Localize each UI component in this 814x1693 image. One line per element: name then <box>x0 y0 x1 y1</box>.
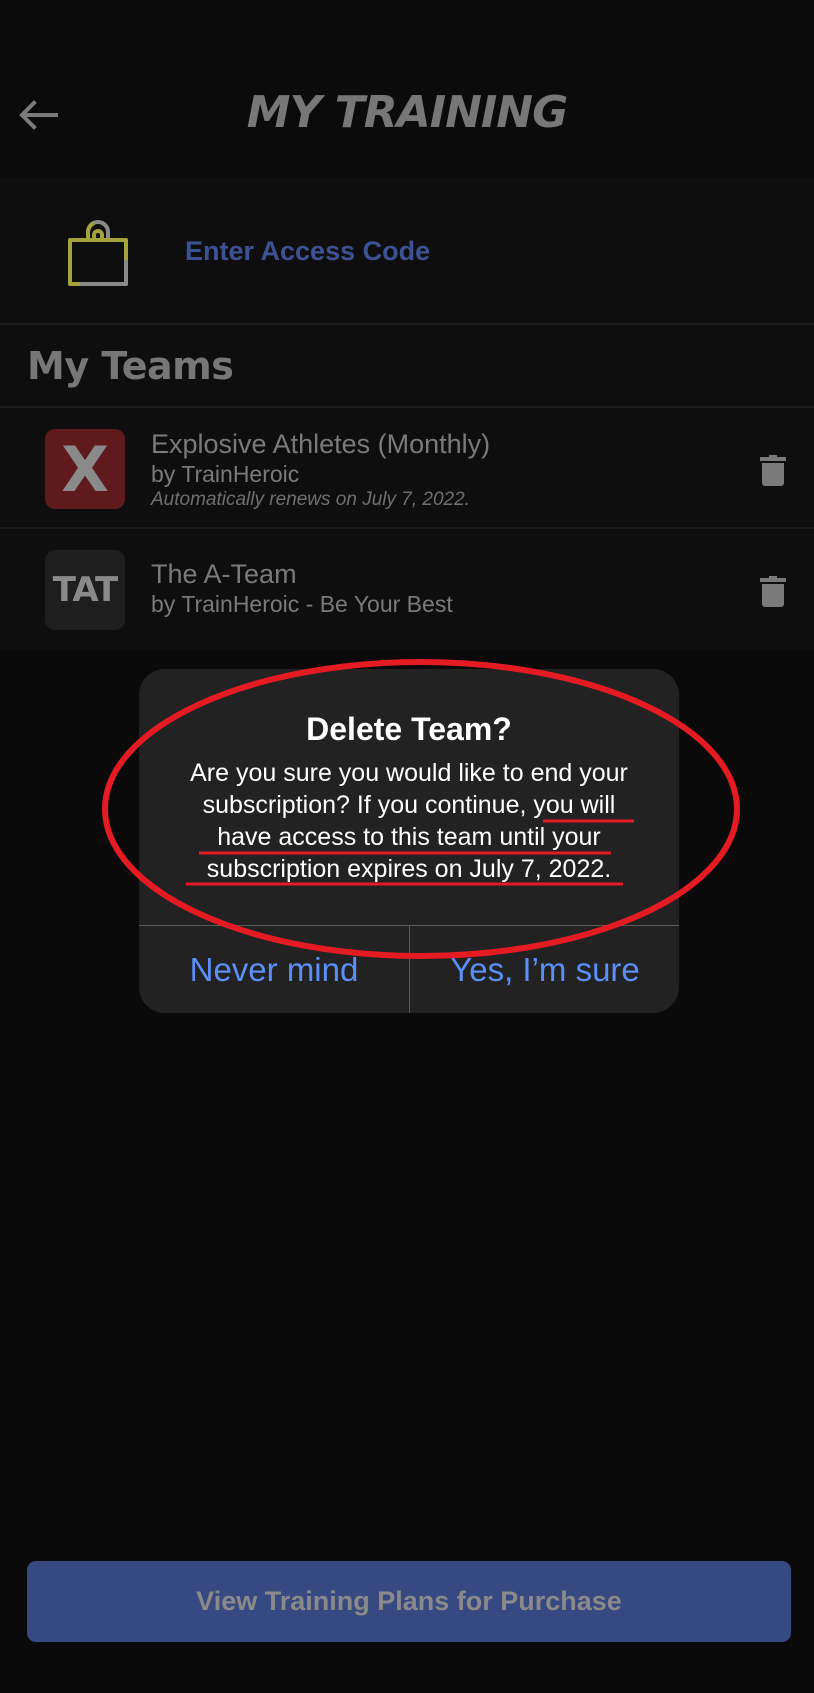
confirm-delete-button[interactable]: Yes, I’m sure <box>410 926 679 1013</box>
view-training-plans-button[interactable]: View Training Plans for Purchase <box>27 1561 791 1642</box>
never-mind-button[interactable]: Never mind <box>139 926 409 1013</box>
delete-team-button[interactable] <box>758 453 788 487</box>
dialog-message-line: subscription? If you continue, you will <box>202 791 616 819</box>
delete-team-button[interactable] <box>758 574 788 608</box>
team-owner: by TrainHeroic - Be Your Best <box>151 591 453 617</box>
lock-icon <box>64 218 132 288</box>
delete-team-dialog: Delete Team? Are you sure you would like… <box>139 669 679 1013</box>
team-owner: by TrainHeroic <box>151 461 300 487</box>
dialog-message-line: Are you sure you would like to end your <box>190 759 628 787</box>
dialog-message: Are you sure you would like to end your … <box>159 757 659 885</box>
team-avatar: TAT <box>45 550 125 630</box>
trash-icon <box>760 576 786 607</box>
team-row[interactable]: TAT The A-Team by TrainHeroic - Be Your … <box>0 529 814 650</box>
enter-access-code-label[interactable]: Enter Access Code <box>185 234 430 268</box>
team-row[interactable]: X Explosive Athletes (Monthly) by TrainH… <box>0 408 814 529</box>
my-teams-section-header: My Teams <box>0 325 814 408</box>
team-name: Explosive Athletes (Monthly) <box>151 429 491 459</box>
header-bar: MY TRAINING <box>0 0 814 178</box>
team-renewal-note: Automatically renews on July 7, 2022. <box>151 489 470 510</box>
dialog-message-line: have access to this team until your <box>217 823 601 851</box>
team-avatar: X <box>45 429 125 509</box>
enter-access-code-row[interactable]: Enter Access Code <box>0 178 814 325</box>
trash-icon <box>760 455 786 486</box>
dialog-message-line: subscription expires on July 7, 2022. <box>206 855 612 883</box>
page-title: MY TRAINING <box>246 87 568 138</box>
dialog-title: Delete Team? <box>306 711 512 747</box>
team-name: The A-Team <box>151 559 297 589</box>
my-teams-heading: My Teams <box>27 344 234 388</box>
